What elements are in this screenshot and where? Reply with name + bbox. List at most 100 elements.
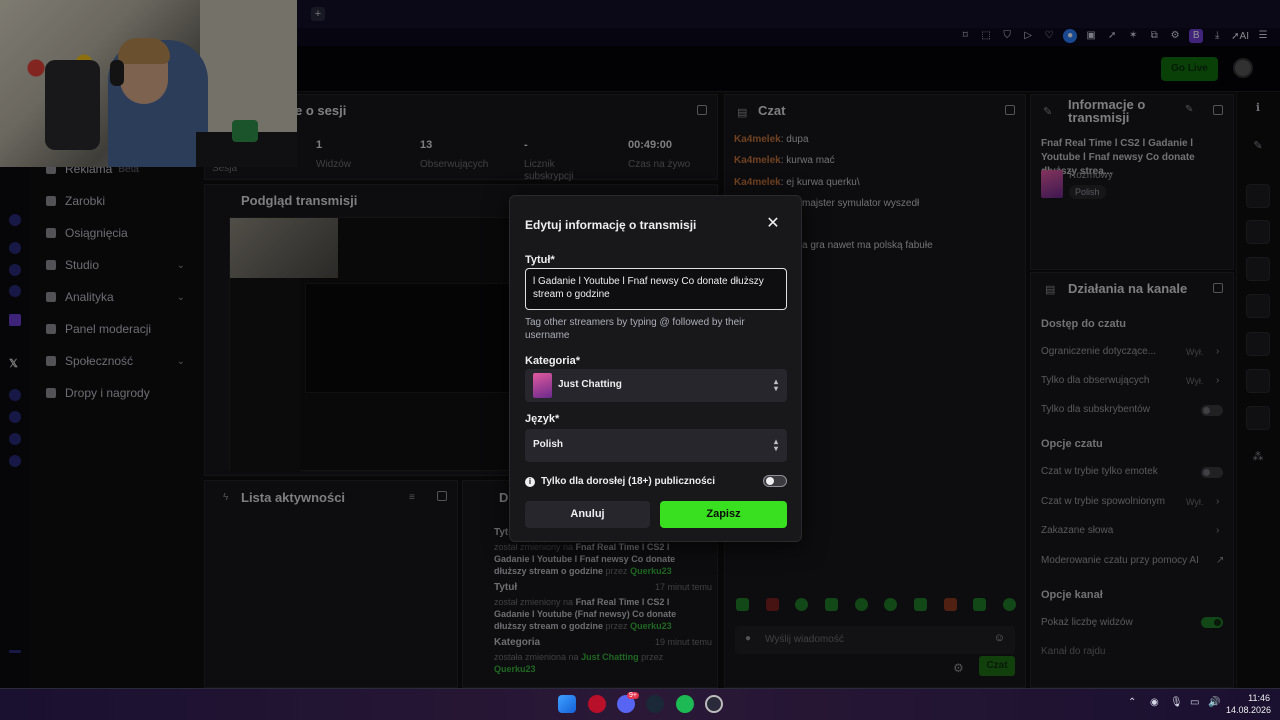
spotify-icon[interactable] xyxy=(676,695,694,713)
emote-icon[interactable] xyxy=(943,598,957,611)
sidebar-item-dropy[interactable]: Dropy i nagrody xyxy=(46,382,201,404)
volume-icon[interactable]: 🔊 xyxy=(1208,697,1220,708)
viewer-count-toggle[interactable] xyxy=(1201,617,1223,628)
strip-icon[interactable] xyxy=(9,389,21,401)
x-icon[interactable]: 𝕏 xyxy=(9,358,21,370)
rail-wrench-icon[interactable] xyxy=(1246,406,1270,430)
sidebar-item-panel-moderacji[interactable]: Panel moderacji xyxy=(46,318,201,340)
banned-words-row[interactable]: Zakazane słowa xyxy=(1041,525,1226,536)
chat-input[interactable]: ● Wyślij wiadomość ☺ xyxy=(735,626,1015,654)
rail-more-icon[interactable]: ⁂ xyxy=(1246,445,1270,469)
emote-icon[interactable] xyxy=(1002,598,1016,611)
strip-icon[interactable] xyxy=(9,411,21,423)
obs-icon[interactable] xyxy=(705,695,723,713)
user-avatar[interactable] xyxy=(1233,58,1253,78)
shield-icon[interactable]: ⛉ xyxy=(1000,29,1014,43)
monitor-icon[interactable]: ▭ xyxy=(1190,697,1199,708)
sidebar-item-spolecznosc[interactable]: Społeczność ⌄ xyxy=(46,350,201,372)
emote-icon[interactable] xyxy=(913,598,927,611)
emote-icon[interactable] xyxy=(795,598,809,611)
chat-username[interactable]: Ka4melek xyxy=(734,134,781,145)
cancel-button[interactable]: Anuluj xyxy=(525,501,650,528)
ai-moderation-row[interactable]: Moderowanie czatu przy pomocy AI xyxy=(1041,555,1226,566)
steam-icon[interactable] xyxy=(646,695,664,713)
filter-icon[interactable]: ≡ xyxy=(409,492,415,503)
extension-arrow-icon[interactable]: ➚ xyxy=(1105,29,1119,43)
stream-info-category[interactable]: Rozmowy xyxy=(1069,170,1113,181)
save-button[interactable]: Zapisz xyxy=(660,501,787,528)
chevron-up-icon[interactable]: ⌃ xyxy=(1128,697,1136,708)
emote-only-toggle[interactable] xyxy=(1201,467,1223,478)
activity-event-value[interactable]: Just Chatting xyxy=(581,652,639,662)
rail-code-icon[interactable] xyxy=(1246,332,1270,356)
chat-username[interactable]: Ka4melek xyxy=(734,177,781,188)
chat-settings-icon[interactable]: ⚙ xyxy=(953,661,964,675)
twitch-icon[interactable] xyxy=(9,314,21,326)
chat-badge-icon[interactable]: ● xyxy=(745,633,751,644)
strip-icon[interactable] xyxy=(9,214,21,226)
sidebar-item-zarobki[interactable]: Zarobki xyxy=(46,190,201,212)
strip-icon[interactable] xyxy=(9,285,21,297)
title-input[interactable] xyxy=(525,268,787,310)
close-icon[interactable]: ✕ xyxy=(765,216,781,232)
extension-blue-icon[interactable]: ● xyxy=(1063,29,1078,43)
menu-icon[interactable]: ☰ xyxy=(1256,29,1270,43)
popout-icon[interactable] xyxy=(697,105,707,115)
category-thumbnail[interactable] xyxy=(1041,170,1063,198)
strip-icon[interactable] xyxy=(9,455,21,467)
chat-send-button[interactable]: Czat xyxy=(979,656,1015,676)
stream-info-tag[interactable]: Polish xyxy=(1069,185,1106,199)
emoji-icon[interactable]: ☺ xyxy=(994,632,1005,644)
taskbar-clock[interactable]: 11:46 14.08.2026 xyxy=(1226,692,1271,716)
download-icon[interactable]: ⤓ xyxy=(1210,29,1224,43)
activity-event-user[interactable]: Querku23 xyxy=(630,566,672,576)
rail-bolt-icon[interactable] xyxy=(1246,220,1270,244)
popout-icon[interactable] xyxy=(1005,105,1015,115)
sidebar-item-studio[interactable]: Studio ⌄ xyxy=(46,254,201,276)
strip-icon[interactable] xyxy=(9,264,21,276)
strip-icon[interactable] xyxy=(9,433,21,445)
edit-icon[interactable]: ✎ xyxy=(1185,104,1193,115)
info-rail-icon[interactable]: ℹ xyxy=(1246,96,1270,120)
ai-button[interactable]: ➚AI xyxy=(1231,31,1249,42)
popout-icon[interactable] xyxy=(1213,105,1223,115)
strip-icon[interactable] xyxy=(9,650,21,653)
microphone-icon[interactable]: 🎙 xyxy=(1170,697,1183,708)
emote-icon[interactable] xyxy=(765,598,779,611)
bookmark-icon[interactable]: ⌑ xyxy=(958,29,972,43)
emote-icon[interactable] xyxy=(824,598,838,611)
language-select[interactable]: Polish ▴ ▾ xyxy=(525,429,787,462)
sidebar-item-osiagniecia[interactable]: Osiągnięcia xyxy=(46,222,201,244)
screenshot-icon[interactable]: ⬚ xyxy=(979,29,993,43)
extension-square-icon[interactable]: ▣ xyxy=(1084,29,1098,43)
windows-start-icon[interactable] xyxy=(558,695,576,713)
activity-event-user[interactable]: Querku23 xyxy=(494,664,536,674)
tray-discord-icon[interactable]: ◉ xyxy=(1150,697,1159,708)
heart-icon[interactable]: ♡ xyxy=(1042,29,1056,43)
puzzle-icon[interactable]: ⧉ xyxy=(1147,29,1161,43)
extension-star-icon[interactable]: ✶ xyxy=(1126,29,1140,43)
emote-icon[interactable] xyxy=(973,598,987,611)
extension-gear-icon[interactable]: ⚙ xyxy=(1168,29,1182,43)
pencil-rail-icon[interactable]: ✎ xyxy=(1246,134,1270,158)
extension-b-icon[interactable]: B xyxy=(1189,29,1204,43)
emote-icon[interactable] xyxy=(736,598,749,611)
rail-widget-icon[interactable] xyxy=(1246,184,1270,208)
activity-event-user[interactable]: Querku23 xyxy=(630,621,672,631)
emote-icon[interactable] xyxy=(884,598,898,611)
category-select[interactable]: Just Chatting ▴ ▾ xyxy=(525,369,787,402)
play-icon[interactable]: ▷ xyxy=(1021,29,1035,43)
adult-content-toggle[interactable] xyxy=(763,475,787,487)
popout-icon[interactable] xyxy=(437,491,447,501)
emote-icon[interactable] xyxy=(854,598,868,611)
opera-icon[interactable] xyxy=(588,695,606,713)
info-icon[interactable]: i xyxy=(525,476,535,487)
chat-username[interactable]: Ka4melek xyxy=(734,155,781,166)
rail-chat-icon[interactable] xyxy=(1246,294,1270,318)
raid-channel-row[interactable]: Kanał do rajdu xyxy=(1041,646,1226,657)
rail-panel-icon[interactable] xyxy=(1246,369,1270,393)
subscribers-only-toggle[interactable] xyxy=(1201,405,1223,416)
strip-icon[interactable] xyxy=(9,242,21,254)
popout-icon[interactable] xyxy=(1213,283,1223,293)
rail-list-icon[interactable] xyxy=(1246,257,1270,281)
